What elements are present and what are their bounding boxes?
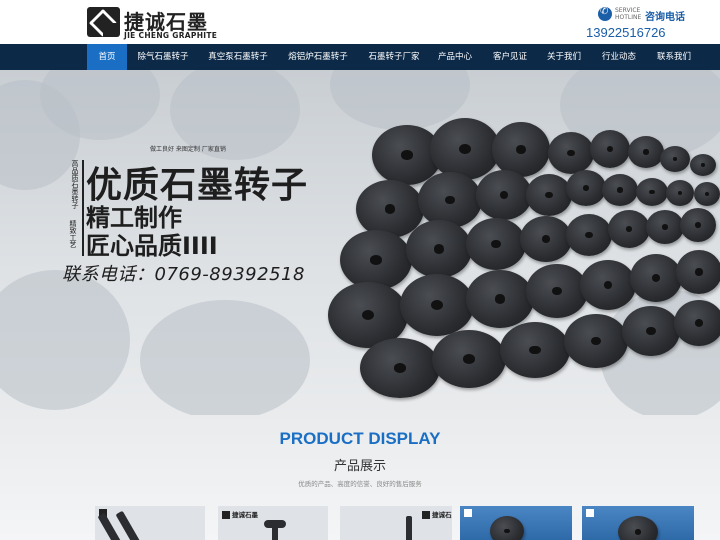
rotor-image xyxy=(636,178,668,206)
nav-item-furnace-rotor[interactable]: 熔铝炉石墨转子 xyxy=(283,44,353,70)
rotor-image xyxy=(430,118,500,180)
rotor-image xyxy=(580,260,636,310)
rotor-image xyxy=(676,250,720,294)
product-image xyxy=(490,516,524,540)
card-logo-text: 捷诚石墨 xyxy=(432,511,452,519)
banner-line-2: 匠心品质IIII xyxy=(86,232,218,260)
banner-tagline: 做工良好 来图定制 厂家直销 xyxy=(150,146,226,153)
rotor-image xyxy=(622,306,680,356)
logo-text-en: JIE CHENG GRAPHITE xyxy=(124,31,218,40)
nav-item-news[interactable]: 行业动态 xyxy=(597,44,641,70)
site-header: 捷诚石墨 JIE CHENG GRAPHITE SERVICE HOTLINE … xyxy=(0,0,720,44)
nav-item-home[interactable]: 首页 xyxy=(87,44,127,70)
rotor-image xyxy=(340,230,412,290)
rotor-image xyxy=(608,210,650,248)
rotor-image xyxy=(690,154,716,176)
rotor-image xyxy=(590,130,630,168)
banner-divider xyxy=(82,160,84,256)
rotor-image xyxy=(360,338,440,398)
rotor-image xyxy=(628,136,664,168)
rotor-image xyxy=(674,300,720,346)
rotor-image xyxy=(432,330,506,388)
card-logo-text: 捷诚石墨 xyxy=(232,511,258,519)
rotor-image xyxy=(566,214,612,256)
banner-side-text-2: 精致工艺 xyxy=(69,220,77,248)
hero-banner[interactable]: 做工良好 来图定制 厂家直销 高品质石墨转子 优质石墨转子 精工制作 匠心品质I… xyxy=(0,70,720,415)
rotor-image xyxy=(466,270,534,328)
section-title-cn: 产品展示 xyxy=(333,459,386,474)
rotor-image xyxy=(680,208,716,242)
rotor-image xyxy=(694,182,720,206)
site-logo[interactable]: 捷诚石墨 JIE CHENG GRAPHITE xyxy=(87,5,217,41)
product-image xyxy=(406,516,412,540)
main-nav: 首页 除气石墨转子 真空泵石墨转子 熔铝炉石墨转子 石墨转子厂家 产品中心 客户… xyxy=(0,44,720,70)
nav-item-contact[interactable]: 联系我们 xyxy=(652,44,696,70)
rotor-image xyxy=(476,170,532,220)
rotor-image xyxy=(646,210,684,244)
card-logo: 捷诚石墨 xyxy=(422,509,452,519)
bg-disc xyxy=(140,300,310,415)
rotor-image xyxy=(400,274,474,336)
product-image xyxy=(115,510,143,540)
product-display-section: PRODUCT DISPLAY 产品展示 优质的产品、高度的信誉、良好的售后服务… xyxy=(0,415,720,540)
rotor-image xyxy=(526,174,572,216)
rotor-image xyxy=(520,216,572,262)
card-logo xyxy=(586,509,596,518)
rotor-image xyxy=(526,264,588,318)
rotor-image xyxy=(548,132,594,174)
rotor-image xyxy=(466,218,526,270)
service-hotline: SERVICE HOTLINE 咨询电话 13922516726 xyxy=(586,6,704,40)
rotor-image xyxy=(418,172,482,228)
rotor-image xyxy=(660,146,690,172)
nav-item-degassing-rotor[interactable]: 除气石墨转子 xyxy=(133,44,193,70)
banner-side-text: 高品质石墨转子 xyxy=(71,160,79,209)
rotor-image xyxy=(630,254,682,302)
rotor-image xyxy=(492,122,550,177)
rotor-image xyxy=(500,322,570,378)
bg-disc xyxy=(0,270,130,410)
section-title-en: PRODUCT DISPLAY xyxy=(279,429,441,448)
nav-item-testimonials[interactable]: 客户见证 xyxy=(488,44,532,70)
product-card[interactable] xyxy=(95,506,205,540)
rotor-image xyxy=(566,170,606,206)
phone-icon xyxy=(598,6,612,21)
logo-mark-icon xyxy=(87,7,120,37)
rotor-image xyxy=(602,174,638,206)
nav-item-products[interactable]: 产品中心 xyxy=(433,44,477,70)
product-card[interactable]: 捷诚石墨 xyxy=(218,506,328,540)
nav-item-vacuum-pump-rotor[interactable]: 真空泵石墨转子 xyxy=(203,44,273,70)
card-logo xyxy=(464,509,474,518)
hotline-label-en: SERVICE HOTLINE xyxy=(615,7,642,21)
product-image xyxy=(272,526,278,540)
product-card[interactable] xyxy=(460,506,572,540)
nav-item-rotor-factory[interactable]: 石墨转子厂家 xyxy=(363,44,425,70)
section-subtitle: 优质的产品、高度的信誉、良好的售后服务 xyxy=(298,480,422,488)
nav-item-about[interactable]: 关于我们 xyxy=(542,44,586,70)
rotor-image xyxy=(406,220,472,278)
product-image xyxy=(618,516,658,540)
hotline-label-cn: 咨询电话 xyxy=(645,12,685,23)
card-logo: 捷诚石墨 xyxy=(222,509,258,519)
hotline-number[interactable]: 13922516726 xyxy=(586,25,666,40)
product-card[interactable]: 捷诚石墨 xyxy=(340,506,452,540)
banner-phone: 联系电话：0769-89392518 xyxy=(62,264,305,285)
rotor-image xyxy=(666,180,694,206)
rotor-image xyxy=(564,314,628,368)
product-card[interactable] xyxy=(582,506,694,540)
